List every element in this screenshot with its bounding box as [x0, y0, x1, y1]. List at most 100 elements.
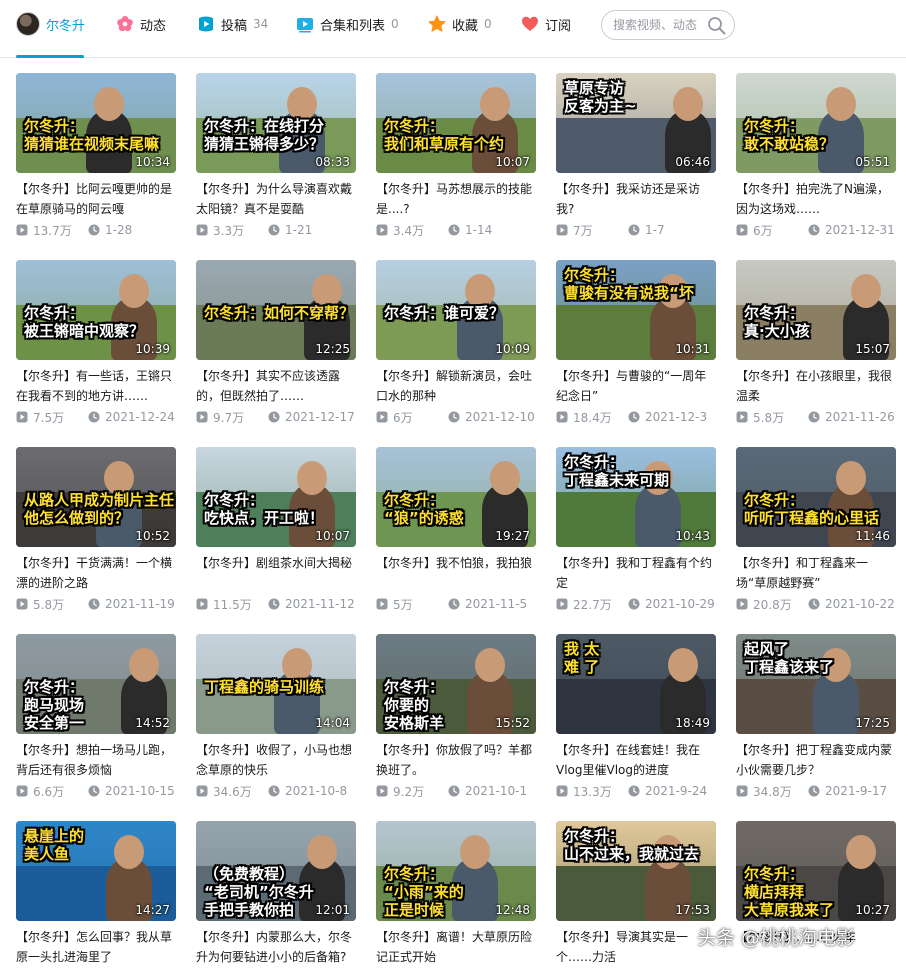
video-thumbnail[interactable]: 起风了 丁程鑫该来了 17:25 [736, 634, 896, 734]
tab-subscriptions[interactable]: 订阅 [521, 12, 571, 36]
video-thumbnail[interactable]: 尔冬升： 敢不敢站稳？ 05:51 [736, 73, 896, 173]
upload-date-value: 2021-12-3 [645, 410, 708, 424]
video-card[interactable]: 尔冬升：如何不穿帮？ 12:25 【尔冬升】其实不应该透露的，但既然拍了…… 9.7万… [196, 260, 358, 426]
video-card[interactable]: 尔冬升： 丁程鑫未来可期 10:43 【尔冬升】我和丁程鑫有个约定 22.7万 2021… [556, 447, 718, 613]
video-title[interactable]: 【尔冬升】其实不应该透露的，但既然拍了…… [196, 366, 358, 406]
video-thumbnail[interactable]: 尔冬升：如何不穿帮？ 12:25 [196, 260, 356, 360]
video-thumbnail[interactable]: 尔冬升： “小雨”来的 正是时候 12:48 [376, 821, 536, 921]
video-card[interactable]: 尔冬升： 吃快点，开工啦！ 10:07 【尔冬升】剧组茶水间大揭秘 11.5万 2021… [196, 447, 358, 613]
video-title[interactable]: 【尔冬升】为什么导演喜欢戴太阳镜？真不是耍酷 [196, 179, 358, 219]
video-card[interactable]: 尔冬升：谁可爱？ 10:09 【尔冬升】解锁新演员，会吐口水的那种 6万 2021-12… [376, 260, 538, 426]
video-title[interactable]: 【尔冬升】怎么回事？我从草原一头扎进海里了 [16, 927, 178, 967]
tab-favorites[interactable]: 收藏 0 [428, 12, 492, 36]
video-card[interactable]: 尔冬升： “狼”的诱惑 19:27 【尔冬升】我不怕狼，我拍狼 5万 2021-11-5 [376, 447, 538, 613]
video-title[interactable]: 【尔冬升】干货满满！一个横漂的进阶之路 [16, 553, 178, 593]
video-card[interactable]: （免费教程） “老司机”尔冬升 手把手教你拍 12:01 【尔冬升】内蒙那么大，尔冬… [196, 821, 358, 967]
video-card[interactable]: 尔冬升： 曹骏有没有说我“坏 10:31 【尔冬升】与曹骏的“一周年纪念日” 18.4… [556, 260, 718, 426]
video-title[interactable]: 【尔冬升】在线套娃！我在Vlog里催Vlog的进度 [556, 740, 718, 780]
play-count-icon [16, 224, 28, 236]
video-card[interactable]: 尔冬升： 猜猜谁在视频末尾嘛 10:34 【尔冬升】比阿云嘎更帅的是在草原骑马的阿云… [16, 73, 178, 239]
view-count: 9.2万 [376, 783, 448, 800]
video-card[interactable]: 尔冬升： 敢不敢站稳？ 05:51 【尔冬升】拍完洗了N遍澡，因为这场戏…… 6万 20… [736, 73, 898, 239]
view-count: 6万 [376, 409, 448, 426]
video-title[interactable]: 【尔冬升】解锁新演员，会吐口水的那种 [376, 366, 538, 406]
tab-collections[interactable]: 合集和列表 0 [296, 12, 399, 36]
video-card[interactable]: 尔冬升： 被王锵暗中观察？ 10:39 【尔冬升】有一些话，王锵只在我看不到的地方讲… [16, 260, 178, 426]
video-card[interactable]: 尔冬升： 听听丁程鑫的心里话 11:46 【尔冬升】和丁程鑫来一场“草原越野赛” 20… [736, 447, 898, 613]
video-thumbnail[interactable]: 尔冬升： 跑马现场 安全第一 14:52 [16, 634, 176, 734]
video-thumbnail[interactable]: 尔冬升：在线打分 猜猜王锵得多少？ 08:33 [196, 73, 356, 173]
video-thumbnail[interactable]: 丁程鑫的骑马训练 14:04 [196, 634, 356, 734]
video-card[interactable]: 尔冬升： 跑马现场 安全第一 14:52 【尔冬升】想拍一场马儿跑，背后还有很多烦恼… [16, 634, 178, 800]
play-count-icon [376, 598, 388, 610]
video-duration: 10:31 [675, 342, 710, 356]
clock-icon [808, 785, 820, 797]
video-title[interactable]: 【尔冬升】和丁程鑫来一场“草原越野赛” [736, 553, 898, 593]
video-title[interactable]: 【尔冬升】马苏想展示的技能是....? [376, 179, 538, 219]
thumbnail-caption: 起风了 丁程鑫该来了 [744, 640, 835, 676]
video-thumbnail[interactable]: 草原专访 反客为主~ 06:46 [556, 73, 716, 173]
video-card[interactable]: 尔冬升： 我们和草原有个约 10:07 【尔冬升】马苏想展示的技能是....? 3.4… [376, 73, 538, 239]
video-thumbnail[interactable]: 我 太 难 了 18:49 [556, 634, 716, 734]
video-card[interactable]: 尔冬升： “小雨”来的 正是时候 12:48 【尔冬升】离谱！大草原历险记正式开始 [376, 821, 538, 967]
video-title[interactable]: 【尔冬升】离谱！大草原历险记正式开始 [376, 927, 538, 967]
search-icon[interactable] [707, 16, 726, 35]
video-thumbnail[interactable]: 尔冬升： 吃快点，开工啦！ 10:07 [196, 447, 356, 547]
video-title[interactable]: 【尔冬升】你放假了吗？羊都换班了。 [376, 740, 538, 780]
video-thumbnail[interactable]: （免费教程） “老司机”尔冬升 手把手教你拍 12:01 [196, 821, 356, 921]
video-title[interactable]: 【尔冬升】导演其实是一个……力活 [556, 927, 718, 967]
video-title[interactable]: 【尔冬升】比阿云嘎更帅的是在草原骑马的阿云嘎 [16, 179, 178, 219]
video-card[interactable]: 起风了 丁程鑫该来了 17:25 【尔冬升】把丁程鑫变成内蒙小伙需要几步？ 34.8万… [736, 634, 898, 800]
thumbnail-sky [376, 73, 536, 118]
video-card[interactable]: 尔冬升： 真·大小孩 15:07 【尔冬升】在小孩眼里，我很温柔 5.8万 2021-1… [736, 260, 898, 426]
video-title[interactable]: 【尔冬升】有一些话，王锵只在我看不到的地方讲…… [16, 366, 178, 406]
video-thumbnail[interactable]: 尔冬升： 你要的 安格斯羊 15:52 [376, 634, 536, 734]
video-title[interactable]: 【尔冬升】想拍一场马儿跑，背后还有很多烦恼 [16, 740, 178, 780]
thumbnail-face [287, 87, 317, 121]
video-thumbnail[interactable]: 尔冬升： 曹骏有没有说我“坏 10:31 [556, 260, 716, 360]
video-thumbnail[interactable]: 尔冬升： 听听丁程鑫的心里话 11:46 [736, 447, 896, 547]
video-thumbnail[interactable]: 尔冬升： 猜猜谁在视频末尾嘛 10:34 [16, 73, 176, 173]
thumbnail-face [480, 87, 510, 121]
view-count-value: 7.5万 [33, 410, 65, 425]
video-card[interactable]: 悬崖上的 美人鱼 14:27 【尔冬升】怎么回事？我从草原一头扎进海里了 [16, 821, 178, 967]
upload-date-value: 2021-11-26 [825, 410, 895, 424]
video-meta: 5万 2021-11-5 [376, 595, 538, 613]
upload-date-value: 2021-12-10 [465, 410, 535, 424]
video-title[interactable]: 【尔冬升】在小孩眼里，我很温柔 [736, 366, 898, 406]
video-title[interactable]: 【尔冬升】我采访还是采访我? [556, 179, 718, 219]
video-thumbnail[interactable]: 尔冬升： 山不过来，我就过去 17:53 [556, 821, 716, 921]
tab-uploads[interactable]: 投稿 34 [197, 12, 268, 36]
thumbnail-face [119, 274, 149, 308]
video-title[interactable]: 【尔冬升】内蒙那么大，尔冬升为何要钻进小小的后备箱? [196, 927, 358, 967]
video-thumbnail[interactable]: 从路人甲成为制片主任 他怎么做到的？ 10:52 [16, 447, 176, 547]
video-thumbnail[interactable]: 尔冬升： 我们和草原有个约 10:07 [376, 73, 536, 173]
video-card[interactable]: 尔冬升： 山不过来，我就过去 17:53 【尔冬升】导演其实是一个……力活 [556, 821, 718, 967]
video-thumbnail[interactable]: 尔冬升： “狼”的诱惑 19:27 [376, 447, 536, 547]
video-title[interactable]: 【尔冬升】把丁程鑫变成内蒙小伙需要几步？ [736, 740, 898, 780]
video-title[interactable]: 【尔冬升】我和丁程鑫有个约定 [556, 553, 718, 593]
video-card[interactable]: 尔冬升： 你要的 安格斯羊 15:52 【尔冬升】你放假了吗？羊都换班了。 9.2万 2… [376, 634, 538, 800]
video-card[interactable]: 草原专访 反客为主~ 06:46 【尔冬升】我采访还是采访我? 7万 1-7 [556, 73, 718, 239]
search-input[interactable] [613, 18, 705, 32]
view-count: 3.3万 [196, 222, 268, 239]
video-title[interactable]: 【尔冬升】收假了，小马也想念草原的快乐 [196, 740, 358, 780]
video-title[interactable]: 【尔冬升】剧组茶水间大揭秘 [196, 553, 358, 593]
thumbnail-face [129, 648, 159, 682]
video-thumbnail[interactable]: 尔冬升： 横店拜拜 大草原我来了 10:27 [736, 821, 896, 921]
video-title[interactable]: 【尔冬升】我不怕狼，我拍狼 [376, 553, 538, 593]
video-thumbnail[interactable]: 尔冬升： 丁程鑫未来可期 10:43 [556, 447, 716, 547]
video-thumbnail[interactable]: 尔冬升：谁可爱？ 10:09 [376, 260, 536, 360]
upload-date-value: 2021-9-24 [645, 784, 708, 798]
video-thumbnail[interactable]: 悬崖上的 美人鱼 14:27 [16, 821, 176, 921]
tab-dynamics[interactable]: 动态 [116, 12, 166, 36]
video-title[interactable]: 【尔冬升】与曹骏的“一周年纪念日” [556, 366, 718, 406]
video-title[interactable]: 【尔冬升】拍完洗了N遍澡，因为这场戏…… [736, 179, 898, 219]
video-thumbnail[interactable]: 尔冬升： 真·大小孩 15:07 [736, 260, 896, 360]
video-thumbnail[interactable]: 尔冬升： 被王锵暗中观察？ 10:39 [16, 260, 176, 360]
video-card[interactable]: 从路人甲成为制片主任 他怎么做到的？ 10:52 【尔冬升】干货满满！一个横漂的进阶… [16, 447, 178, 613]
video-card[interactable]: 我 太 难 了 18:49 【尔冬升】在线套娃！我在Vlog里催Vlog的进度 13.… [556, 634, 718, 800]
tab-home-user[interactable]: 尔冬升 [16, 12, 85, 36]
video-card[interactable]: 丁程鑫的骑马训练 14:04 【尔冬升】收假了，小马也想念草原的快乐 34.6万 202… [196, 634, 358, 800]
video-card[interactable]: 尔冬升：在线打分 猜猜王锵得多少？ 08:33 【尔冬升】为什么导演喜欢戴太阳镜？真… [196, 73, 358, 239]
